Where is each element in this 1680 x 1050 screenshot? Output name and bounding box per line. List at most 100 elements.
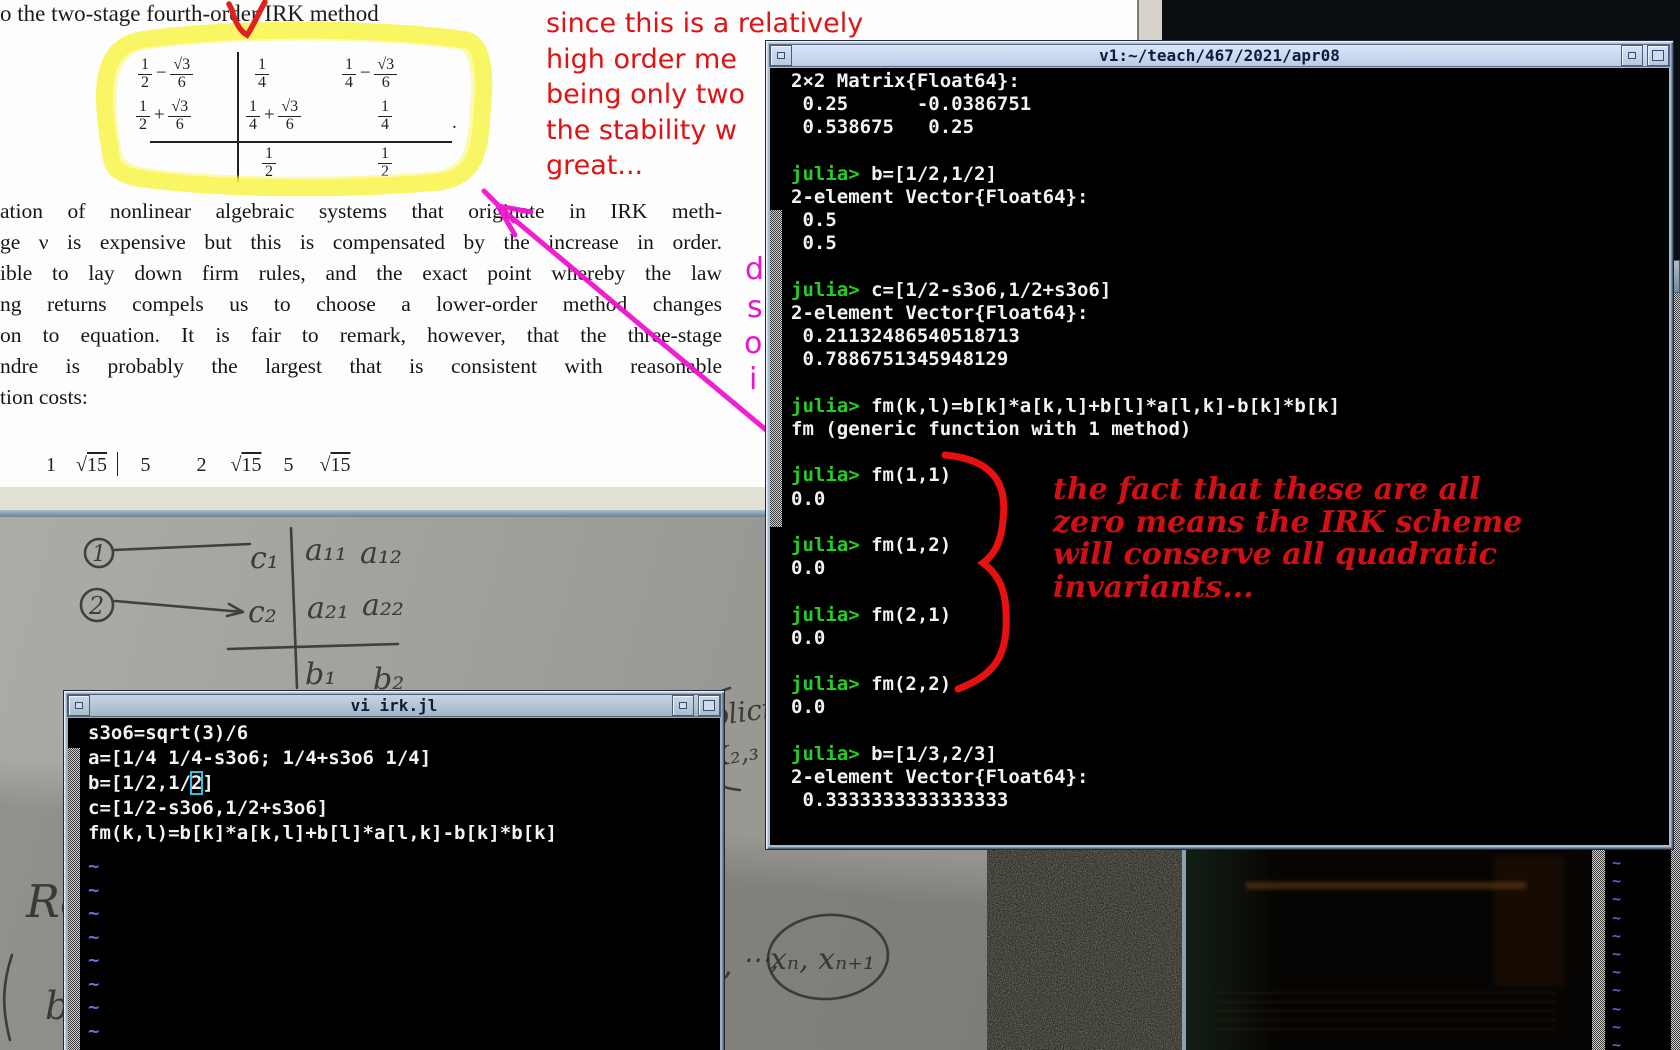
red-note-line: since this is a relatively <box>546 6 863 42</box>
pdf-paragraph-line: ndre is probably the largest that is con… <box>0 351 722 382</box>
vi-tilde: ~ <box>88 1020 99 1044</box>
vi-tilde: ~ <box>88 996 99 1020</box>
tableau-cell: 12 − √36 <box>138 57 193 91</box>
tableau-number: 2 <box>196 454 206 477</box>
terminal-line: 2-element Vector{Float64}: <box>791 302 1340 325</box>
terminal-line <box>791 650 1340 673</box>
butcher-tableau: 12 − √361414 − √3612 + √3614 + √3614.121… <box>0 0 520 200</box>
vim-tilde: ~ <box>1612 945 1671 963</box>
tableau-cell: 12 <box>262 146 276 180</box>
tableau-cell: 12 + √36 <box>136 99 191 133</box>
terminal-line: julia> c=[1/2-s3o6,1/2+s3o6] <box>791 279 1340 302</box>
terminal-line: 0.3333333333333333 <box>791 789 1340 812</box>
terminal-window-title: v1:~/teach/467/2021/apr08 <box>1099 46 1340 65</box>
vi-line: b=[1/2,1/2] <box>88 771 557 796</box>
vi-scrollbar-thumb[interactable] <box>68 748 80 1050</box>
hw-step1-label: 1 <box>92 542 106 567</box>
window-menu-button[interactable] <box>68 695 90 716</box>
magenta-letter: i <box>749 362 757 397</box>
terminal-content[interactable]: 2×2 Matrix{Float64}: 0.25 -0.0386751 0.5… <box>770 68 1669 845</box>
terminal-line: 0.5 <box>791 232 1340 255</box>
terminal-line: 2-element Vector{Float64}: <box>791 186 1340 209</box>
tableau-number: √15 <box>76 454 107 477</box>
video-orange-streak <box>1246 882 1526 889</box>
terminal-line: 2-element Vector{Float64}: <box>791 766 1340 789</box>
vim-tilde: ~ <box>1612 1000 1671 1018</box>
dark-video-window <box>1182 848 1592 1050</box>
vim-tilde: ~ <box>1612 1036 1671 1050</box>
terminal-line: 0.21132486540518713 <box>791 325 1340 348</box>
desktop: o the two-stage fourth-order IRK method … <box>0 0 1680 1050</box>
terminal-line <box>791 140 1340 163</box>
tableau-number <box>117 452 119 476</box>
terminal-text: 2×2 Matrix{Float64}: 0.25 -0.0386751 0.5… <box>791 70 1340 813</box>
noise-texture <box>987 848 1182 1050</box>
invariants-note-line: will conserve all quadratic <box>1053 539 1493 572</box>
hw-a22: a₂₂ <box>362 588 404 623</box>
tableau-cell: 14 <box>378 99 392 133</box>
vi-tilde: ~ <box>88 855 99 879</box>
terminal-line: julia> fm(2,1) <box>791 604 1340 627</box>
hw-a12: a₁₂ <box>360 536 402 571</box>
vi-titlebar[interactable]: vi irk.jl <box>67 694 721 717</box>
vim-tilde: ~ <box>1612 872 1671 890</box>
video-dim-rows <box>1216 986 1556 1030</box>
vi-tilde: ~ <box>88 949 99 973</box>
tableau-cell: 14 + √36 <box>246 99 301 133</box>
tableau-number: 1 <box>46 454 56 477</box>
invariants-note: the fact that these are allzero means th… <box>1053 474 1493 604</box>
terminal-line: 0.0 <box>791 627 1340 650</box>
vi-tilde: ~ <box>88 879 99 903</box>
hw-a21: a₂₁ <box>307 591 349 626</box>
tableau-number: 5 <box>140 454 150 477</box>
tableau-cell: 14 − √36 <box>342 57 397 91</box>
terminal-line: 0.0 <box>791 696 1340 719</box>
pdf-bottom-row: 1√1552√155√15 <box>0 452 350 477</box>
tableau-horizontal-rule <box>150 141 452 143</box>
invariants-note-line: zero means the IRK scheme <box>1053 507 1493 540</box>
terminal-line: 0.7886751345948129 <box>791 348 1340 371</box>
maximize-button[interactable] <box>698 695 720 716</box>
terminal-line: julia> fm(2,2) <box>791 673 1340 696</box>
iconify-button[interactable] <box>1621 45 1643 66</box>
terminal-line <box>791 441 1340 464</box>
vim-tilde: ~ <box>1612 927 1671 945</box>
vi-text: s3o6=sqrt(3)/6a=[1/4 1/4-s3o6; 1/4+s3o6 … <box>88 721 557 846</box>
vi-line: c=[1/2-s3o6,1/2+s3o6] <box>88 796 557 821</box>
invariants-note-line: invariants... <box>1053 572 1493 605</box>
vi-line: a=[1/4 1/4-s3o6; 1/4+s3o6 1/4] <box>88 746 557 771</box>
terminal-line: fm (generic function with 1 method) <box>791 418 1340 441</box>
tableau-number: √15 <box>319 454 350 477</box>
hw-tableau-vline <box>291 528 297 688</box>
vi-cursor: 2 <box>191 772 202 794</box>
hw-a11: a₁₁ <box>305 533 347 568</box>
hw-c2: c₂ <box>248 595 277 630</box>
vi-content[interactable]: s3o6=sqrt(3)/6a=[1/4 1/4-s3o6; 1/4+s3o6 … <box>68 718 720 1050</box>
paren-fragment <box>4 955 12 1040</box>
window-menu-button[interactable] <box>770 45 792 66</box>
vi-tilde: ~ <box>88 902 99 926</box>
pdf-paragraph: ation of nonlinear algebraic systems tha… <box>0 196 722 413</box>
terminal-line: 0.25 -0.0386751 <box>791 93 1340 116</box>
terminal-line <box>791 720 1340 743</box>
terminal-scrollbar-thumb[interactable] <box>770 210 782 527</box>
video-dim-patch <box>1494 856 1564 986</box>
julia-terminal-window: v1:~/teach/467/2021/apr08 2×2 Matrix{Flo… <box>765 40 1674 850</box>
right-pane-scrollbar[interactable] <box>1592 848 1605 1050</box>
vi-window: vi irk.jl s3o6=sqrt(3)/6a=[1/4 1/4-s3o6;… <box>63 690 725 1050</box>
terminal-titlebar[interactable]: v1:~/teach/467/2021/apr08 <box>769 44 1670 67</box>
hw-b1: b₁ <box>305 657 336 692</box>
maximize-button[interactable] <box>1647 45 1669 66</box>
pdf-paragraph-line: ation of nonlinear algebraic systems tha… <box>0 196 722 227</box>
pdf-paragraph-line: ge ν is expensive but this is compensate… <box>0 227 722 258</box>
vim-tilde: ~ <box>1612 963 1671 981</box>
static-noise-video <box>987 848 1182 1050</box>
vi-tildes: ~~~~~~~~~ <box>88 855 99 1050</box>
tableau-number: √15 <box>230 454 261 477</box>
hw-tableau-hline <box>228 644 398 649</box>
pdf-paragraph-line: ng returns compels us to choose a lower-… <box>0 289 722 320</box>
vim-tilde: ~ <box>1612 854 1671 872</box>
vim-tilde: ~ <box>1612 890 1671 908</box>
vi-tilde: ~ <box>88 926 99 950</box>
iconify-button[interactable] <box>672 695 694 716</box>
